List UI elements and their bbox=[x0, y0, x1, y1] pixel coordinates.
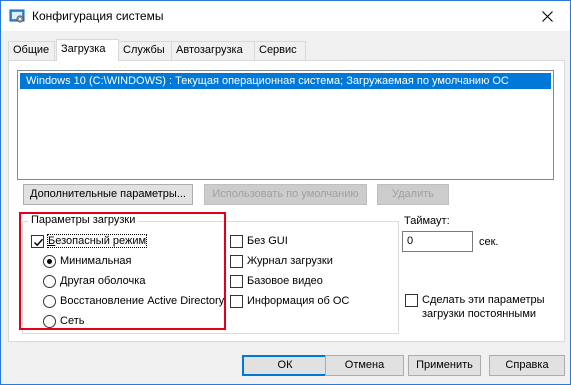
radio-active-directory-label: Восстановление Active Directory bbox=[60, 295, 225, 307]
checkbox-box bbox=[230, 235, 243, 248]
make-permanent-label: Сделать эти параметры загрузки постоянны… bbox=[422, 294, 545, 320]
tab-boot[interactable]: Загрузка bbox=[56, 39, 119, 61]
radio-circle bbox=[43, 295, 56, 308]
checkbox-box bbox=[405, 294, 418, 307]
tab-startup[interactable]: Автозагрузка bbox=[171, 41, 255, 60]
base-video-label: Базовое видео bbox=[247, 275, 323, 287]
tab-general[interactable]: Общие bbox=[8, 41, 55, 60]
radio-active-directory-repair[interactable]: Восстановление Active Directory bbox=[43, 294, 225, 310]
tab-label: Сервис bbox=[259, 44, 297, 56]
tab-label: Автозагрузка bbox=[176, 44, 243, 56]
timeout-label: Таймаут: bbox=[404, 215, 450, 227]
radio-alternate-shell[interactable]: Другая оболочка bbox=[43, 274, 163, 290]
delete-button[interactable]: Удалить bbox=[377, 184, 449, 205]
checkmark-icon bbox=[33, 238, 44, 247]
boot-log-label: Журнал загрузки bbox=[247, 255, 333, 267]
tab-label: Общие bbox=[13, 44, 50, 56]
window-title: Конфигурация системы bbox=[32, 9, 164, 23]
timeout-input[interactable]: 0 bbox=[402, 231, 473, 252]
tab-label: Загрузка bbox=[61, 43, 106, 55]
radio-circle bbox=[43, 275, 56, 288]
radio-network-label: Сеть bbox=[60, 315, 85, 327]
boot-log-checkbox[interactable]: Журнал загрузки bbox=[230, 254, 370, 270]
apply-button[interactable]: Применить bbox=[408, 355, 481, 376]
make-permanent-checkbox[interactable]: Сделать эти параметры загрузки постоянны… bbox=[405, 293, 555, 323]
safe-boot-checkbox[interactable]: Безопасный режим bbox=[31, 234, 151, 250]
title-bar[interactable]: Конфигурация системы bbox=[1, 1, 570, 31]
radio-minimal-label: Минимальная bbox=[60, 255, 132, 267]
os-list[interactable]: Windows 10 (C:\WINDOWS) : Текущая операц… bbox=[17, 70, 554, 180]
advanced-options-button[interactable]: Дополнительные параметры... bbox=[23, 184, 193, 205]
checkbox-box bbox=[31, 235, 44, 248]
radio-minimal[interactable]: Минимальная bbox=[43, 254, 163, 270]
radio-circle bbox=[43, 315, 56, 328]
checkbox-box bbox=[230, 295, 243, 308]
msconfig-icon bbox=[9, 8, 25, 24]
close-icon bbox=[542, 10, 553, 22]
no-gui-checkbox[interactable]: Без GUI bbox=[230, 234, 330, 250]
cancel-button[interactable]: Отмена bbox=[325, 355, 404, 376]
help-button[interactable]: Справка bbox=[489, 355, 565, 376]
safe-mode-highlight bbox=[19, 212, 226, 330]
no-gui-label: Без GUI bbox=[247, 235, 288, 247]
close-button[interactable] bbox=[525, 1, 570, 31]
radio-network[interactable]: Сеть bbox=[43, 314, 123, 330]
radio-selected-dot bbox=[47, 259, 52, 264]
checkbox-box bbox=[230, 275, 243, 288]
tab-services[interactable]: Службы bbox=[118, 41, 172, 60]
checkbox-box bbox=[230, 255, 243, 268]
set-as-default-button[interactable]: Использовать по умолчанию bbox=[204, 184, 367, 205]
os-boot-info-checkbox[interactable]: Информация об ОС bbox=[230, 294, 380, 310]
radio-alternate-shell-label: Другая оболочка bbox=[60, 275, 146, 287]
os-boot-info-label: Информация об ОС bbox=[247, 295, 350, 307]
ok-button[interactable]: ОК bbox=[242, 355, 328, 376]
system-configuration-window: Конфигурация системы Общие Загрузка Служ… bbox=[0, 0, 571, 385]
os-list-item[interactable]: Windows 10 (C:\WINDOWS) : Текущая операц… bbox=[20, 73, 551, 89]
timeout-unit-label: сек. bbox=[479, 236, 499, 248]
safe-boot-label: Безопасный режим bbox=[46, 234, 148, 248]
tab-label: Службы bbox=[123, 44, 165, 56]
radio-circle bbox=[43, 255, 56, 268]
tab-tools[interactable]: Сервис bbox=[254, 41, 306, 60]
base-video-checkbox[interactable]: Базовое видео bbox=[230, 274, 370, 290]
